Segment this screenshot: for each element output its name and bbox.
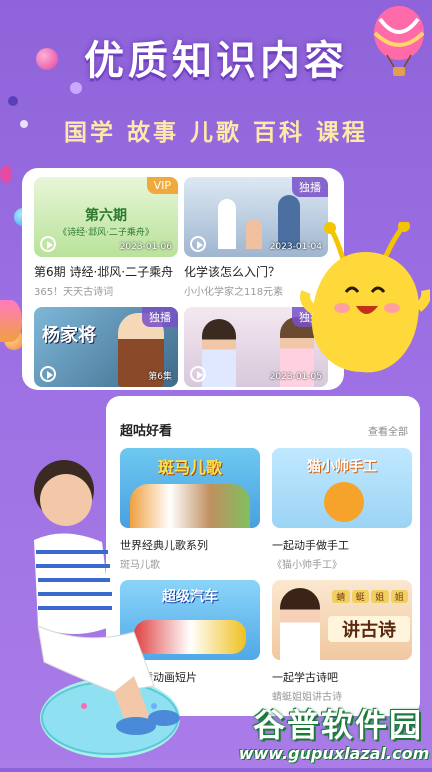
vip-badge: VIP [146, 177, 178, 194]
play-icon[interactable] [190, 366, 206, 382]
person-figure [280, 588, 320, 660]
episode-label: 第6集 [148, 372, 172, 382]
exclusive-badge: 独播 [142, 307, 178, 327]
tag-char: 蜻 [332, 590, 350, 603]
featured-video-card: 第六期 《诗经·邶风·二子乘舟》 VIP 2023-01-06 第6期 诗经·邶… [22, 168, 344, 390]
video-tile-1[interactable]: 第六期 《诗经·邶风·二子乘舟》 VIP 2023-01-06 [34, 177, 178, 257]
decor-bubble-magenta [0, 165, 12, 183]
person-figure [278, 195, 300, 249]
course-title-2[interactable]: 一起动手做手工 [272, 537, 349, 553]
video-title-2[interactable]: 化学该怎么入门？ [184, 263, 280, 280]
play-icon[interactable] [190, 236, 206, 252]
course-thumb-2[interactable]: 猫小帅手工 [272, 448, 412, 528]
person-figure [246, 219, 262, 249]
course-source-2: 《猫小帅手工》 [272, 560, 342, 571]
video-tile-3[interactable]: 杨家将 独播 第6集 [34, 307, 178, 387]
yellow-mascot-icon [300, 220, 432, 382]
watermark-name: 谷普软件园 [252, 706, 423, 744]
decor-bubble-small [8, 96, 18, 106]
video-source-1: 365！天天古诗词 [34, 287, 114, 298]
banner-title: 优质知识内容 [84, 38, 348, 84]
section-title: 超咕好看 [120, 424, 173, 439]
play-icon[interactable] [40, 236, 56, 252]
cat-character [324, 482, 364, 522]
watermark-url: www.gupuxlazal.com [238, 744, 430, 763]
person-figure [218, 199, 236, 249]
play-icon[interactable] [40, 366, 56, 382]
person-figure [202, 319, 236, 387]
video-date: 2023-01-06 [119, 242, 172, 252]
thumb-text: 杨家将 [42, 325, 96, 346]
thumb-text: 猫小帅手工 [307, 459, 377, 475]
tag-char: 姐 [390, 590, 408, 603]
course-thumb-4[interactable]: 蜻 蜓 姐 姐 讲古诗 [272, 580, 412, 660]
banner-subtitle: 国学 故事 儿歌 百科 课程 [63, 120, 369, 146]
decor-swirl [0, 300, 22, 342]
boy-character-icon [14, 456, 184, 768]
course-title-4[interactable]: 一起学古诗吧 [272, 669, 338, 685]
exclusive-badge: 独播 [292, 177, 328, 197]
thumb-text-2: 《诗经·邶风·二子乘舟》 [58, 228, 154, 238]
video-title-1[interactable]: 第6期 诗经·邶风·二子乘舟 [34, 263, 173, 280]
thumb-text: 讲古诗 [328, 616, 410, 642]
video-source-2: 小小化学家之118元素 [184, 287, 284, 298]
tag-row: 蜻 蜓 姐 姐 [332, 590, 408, 603]
tag-char: 蜓 [351, 590, 369, 603]
thumb-text: 第六期 [85, 208, 127, 224]
see-all-link[interactable]: 查看全部 [368, 423, 408, 438]
tag-char: 姐 [371, 590, 389, 603]
